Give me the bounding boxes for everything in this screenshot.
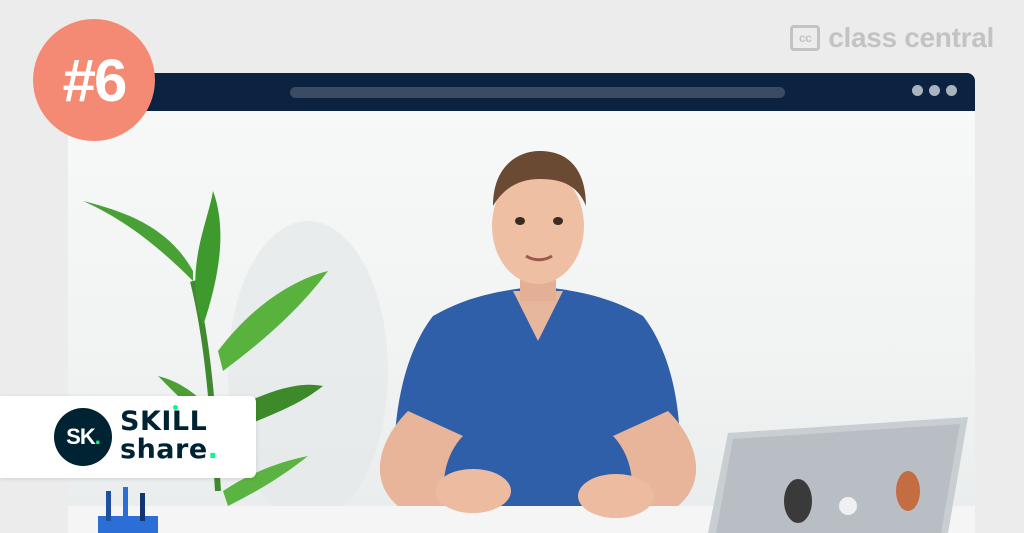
- skillshare-monogram-text: SK: [66, 424, 96, 449]
- class-central-watermark: cc class central: [790, 22, 994, 54]
- window-control-dot[interactable]: [946, 85, 957, 96]
- skillshare-wordmark: SKILL share.: [120, 405, 250, 465]
- skillshare-monogram-icon: SK.: [54, 408, 112, 466]
- instructor-illustration: [379, 151, 697, 518]
- skillshare-logo-card: SK. SKILL share.: [0, 396, 256, 478]
- skillshare-accent-dot-icon: [173, 405, 178, 410]
- rank-badge: #6: [33, 19, 155, 141]
- window-control-dot[interactable]: [912, 85, 923, 96]
- window-controls: [912, 85, 957, 96]
- laptop-illustration: [708, 417, 968, 533]
- class-central-logo-icon: cc: [790, 25, 821, 51]
- rank-label: #6: [62, 46, 128, 114]
- address-bar[interactable]: [290, 87, 785, 98]
- browser-titlebar: [68, 73, 975, 111]
- skillshare-word-line1: SKILL: [120, 406, 208, 437]
- window-control-dot[interactable]: [929, 85, 940, 96]
- class-central-logo-text: cc: [799, 31, 812, 45]
- class-central-wordmark: class central: [828, 22, 994, 53]
- skillshare-word-line2: share: [120, 434, 208, 465]
